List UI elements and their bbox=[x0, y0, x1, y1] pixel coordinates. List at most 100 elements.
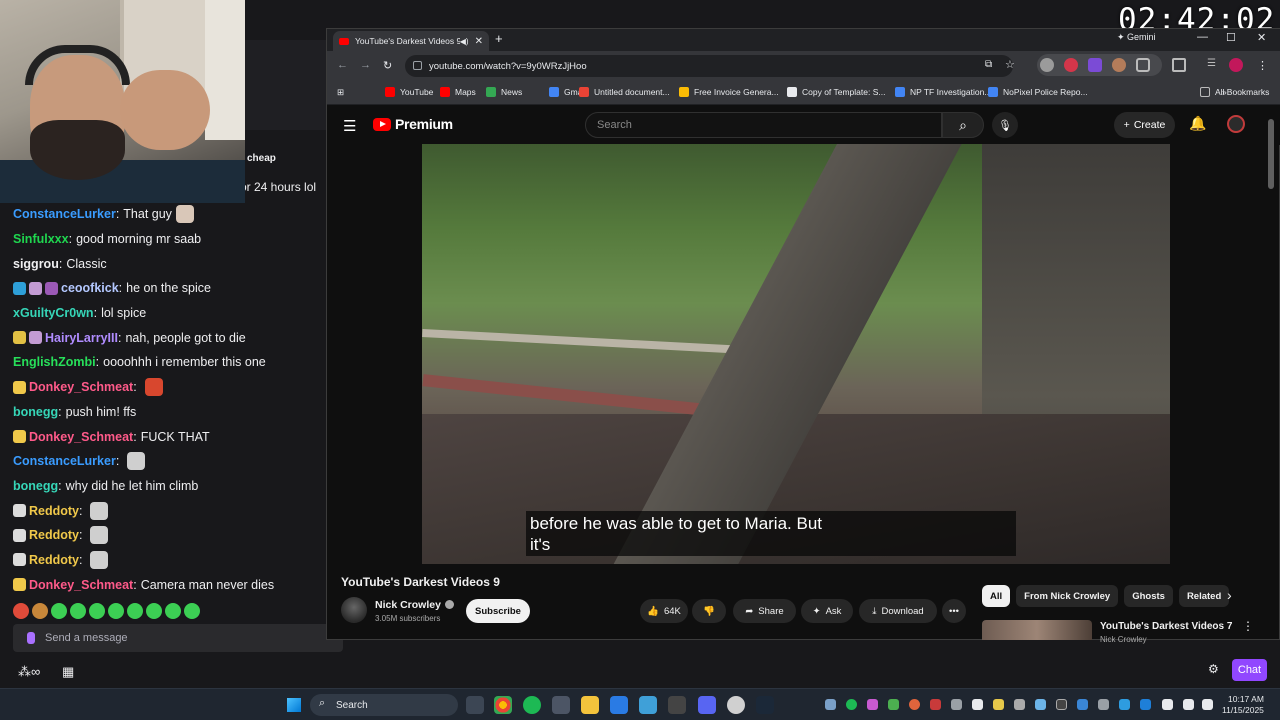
chat-badge-icon[interactable] bbox=[13, 578, 26, 592]
hamburger-menu-icon[interactable]: ☰ bbox=[343, 117, 356, 135]
download-button[interactable]: ⤓ Download bbox=[859, 599, 937, 623]
side-panel-icon[interactable] bbox=[1172, 58, 1186, 72]
chat-username[interactable]: xGuiltyCr0wn bbox=[13, 306, 94, 320]
start-button-icon[interactable] bbox=[287, 698, 301, 712]
like-button[interactable]: 👍 64K bbox=[640, 599, 688, 623]
close-window-icon[interactable]: ✕ bbox=[1257, 31, 1266, 44]
chat-badge-icon[interactable] bbox=[13, 504, 26, 518]
microphone-icon[interactable] bbox=[1162, 699, 1173, 710]
recommended-more-icon[interactable]: ⋮ bbox=[1242, 619, 1254, 633]
discord-icon[interactable] bbox=[698, 696, 716, 714]
recommended-title[interactable]: YouTube's Darkest Videos 7 bbox=[1100, 621, 1232, 632]
subscribe-button[interactable]: Subscribe bbox=[466, 599, 530, 623]
new-tab-icon[interactable]: + bbox=[495, 31, 503, 46]
tray-icon[interactable] bbox=[930, 699, 941, 710]
forward-icon[interactable]: → bbox=[360, 59, 371, 71]
voice-search-button[interactable]: 🎙 bbox=[992, 112, 1018, 138]
speaker-icon[interactable]: ◀) bbox=[460, 37, 469, 46]
chat-badge-icon[interactable] bbox=[13, 331, 26, 345]
chat-username[interactable]: HairyLarryIII bbox=[45, 331, 118, 345]
tray-icon[interactable] bbox=[1014, 699, 1025, 710]
channel-name[interactable]: Nick Crowley bbox=[375, 599, 454, 611]
bookmark-star-icon[interactable]: ☆ bbox=[1005, 58, 1015, 71]
tray-icon[interactable] bbox=[1119, 699, 1130, 710]
tray-icon[interactable] bbox=[888, 699, 899, 710]
volume-icon[interactable] bbox=[1202, 699, 1213, 710]
spotify-icon[interactable] bbox=[523, 696, 541, 714]
chat-username[interactable]: siggrou bbox=[13, 257, 59, 271]
network-icon[interactable] bbox=[1183, 699, 1194, 710]
chip-ghosts[interactable]: Ghosts bbox=[1124, 585, 1173, 607]
more-actions-button[interactable]: ••• bbox=[942, 599, 966, 623]
address-bar[interactable]: youtube.com/watch?v=9y0WRzJjHoo ⧉ ☆ bbox=[405, 55, 1015, 77]
steam-icon[interactable] bbox=[756, 696, 774, 714]
install-app-icon[interactable]: ⧉ bbox=[985, 59, 992, 70]
chip-related[interactable]: Related bbox=[1178, 585, 1230, 607]
notepad-icon[interactable] bbox=[639, 696, 657, 714]
notifications-bell-icon[interactable]: 🔔 bbox=[1189, 115, 1206, 132]
chat-badge-icon[interactable] bbox=[13, 528, 26, 542]
app-icon[interactable] bbox=[727, 696, 745, 714]
chat-settings-icon[interactable]: ⚙ bbox=[1208, 662, 1219, 676]
chat-username[interactable]: Sinfulxxx bbox=[13, 232, 69, 246]
gemini-button[interactable]: ✦ Gemini bbox=[1117, 32, 1156, 43]
bookmark-item[interactable]: NP TF Investigation... bbox=[895, 87, 991, 97]
minimize-icon[interactable]: — bbox=[1197, 31, 1208, 43]
chat-badge-icon[interactable] bbox=[13, 553, 26, 567]
bookmark-item[interactable]: Untitled document... bbox=[579, 87, 670, 97]
chat-badge-icon[interactable] bbox=[13, 281, 26, 295]
create-button[interactable]: + Create bbox=[1114, 112, 1175, 138]
bits-icon[interactable] bbox=[27, 632, 35, 644]
tray-icon[interactable] bbox=[951, 699, 962, 710]
chip-from-nick-crowley[interactable]: From Nick Crowley bbox=[1016, 585, 1119, 607]
channel-points-icon[interactable]: ⁂∞ bbox=[18, 664, 40, 680]
video-player[interactable]: before he was able to get to Maria. But … bbox=[422, 144, 1170, 564]
chat-badge-icon[interactable] bbox=[29, 331, 42, 345]
extension-icon[interactable] bbox=[1112, 58, 1126, 72]
apps-grid-icon[interactable]: ⊞ bbox=[337, 87, 344, 98]
channel-avatar[interactable] bbox=[341, 597, 367, 623]
chat-username[interactable]: Donkey_Schmeat bbox=[29, 578, 133, 592]
extension-icon[interactable] bbox=[1040, 58, 1054, 72]
tray-icon[interactable] bbox=[846, 699, 857, 710]
extension-icon[interactable] bbox=[1088, 58, 1102, 72]
chat-username[interactable]: Donkey_Schmeat bbox=[29, 380, 133, 394]
bookmark-item[interactable]: Maps bbox=[440, 87, 476, 97]
file-explorer-icon[interactable] bbox=[581, 696, 599, 714]
chat-username[interactable]: Reddoty bbox=[29, 504, 79, 518]
bookmark-item[interactable]: News bbox=[486, 87, 522, 97]
chat-username[interactable]: ConstanceLurker bbox=[13, 207, 116, 221]
youtube-premium-label[interactable]: Premium bbox=[395, 116, 453, 132]
page-scrollbar[interactable] bbox=[1268, 119, 1274, 189]
close-tab-icon[interactable]: ✕ bbox=[475, 36, 483, 47]
chat-username[interactable]: Reddoty bbox=[29, 553, 79, 567]
tray-icon[interactable] bbox=[1098, 699, 1109, 710]
tray-icon[interactable] bbox=[1035, 699, 1046, 710]
chat-badge-icon[interactable] bbox=[13, 380, 26, 394]
site-info-icon[interactable] bbox=[413, 61, 422, 70]
tray-icon[interactable] bbox=[972, 699, 983, 710]
dislike-button[interactable]: 👎 bbox=[692, 599, 726, 623]
tray-icon[interactable] bbox=[993, 699, 1004, 710]
photos-icon[interactable] bbox=[610, 696, 628, 714]
extensions-puzzle-icon[interactable] bbox=[1136, 58, 1150, 72]
chip-all[interactable]: All bbox=[982, 585, 1011, 607]
chrome-icon[interactable] bbox=[494, 696, 512, 714]
account-avatar[interactable] bbox=[1227, 115, 1245, 133]
recommended-thumbnail[interactable] bbox=[982, 620, 1092, 640]
chat-username[interactable]: Reddoty bbox=[29, 528, 79, 542]
chat-button[interactable]: Chat bbox=[1232, 659, 1267, 681]
maximize-icon[interactable]: ☐ bbox=[1226, 31, 1236, 44]
all-bookmarks[interactable]: All Bookmarks bbox=[1200, 87, 1269, 97]
taskbar-clock[interactable]: 10:17 AM 11/15/2025 bbox=[1222, 694, 1264, 716]
chat-badge-icon[interactable] bbox=[29, 281, 42, 295]
gift-icon[interactable]: ▦ bbox=[62, 664, 74, 680]
reload-icon[interactable]: ↻ bbox=[383, 59, 392, 72]
profile-icon[interactable] bbox=[1229, 58, 1243, 72]
downloads-icon[interactable]: ☰ bbox=[1207, 58, 1221, 72]
bookmark-item[interactable]: NoPixel Police Repo... bbox=[988, 87, 1088, 97]
chat-username[interactable]: Donkey_Schmeat bbox=[29, 430, 133, 444]
back-icon[interactable]: ← bbox=[337, 59, 348, 71]
bluetooth-icon[interactable] bbox=[1140, 699, 1151, 710]
obs-icon[interactable] bbox=[668, 696, 686, 714]
